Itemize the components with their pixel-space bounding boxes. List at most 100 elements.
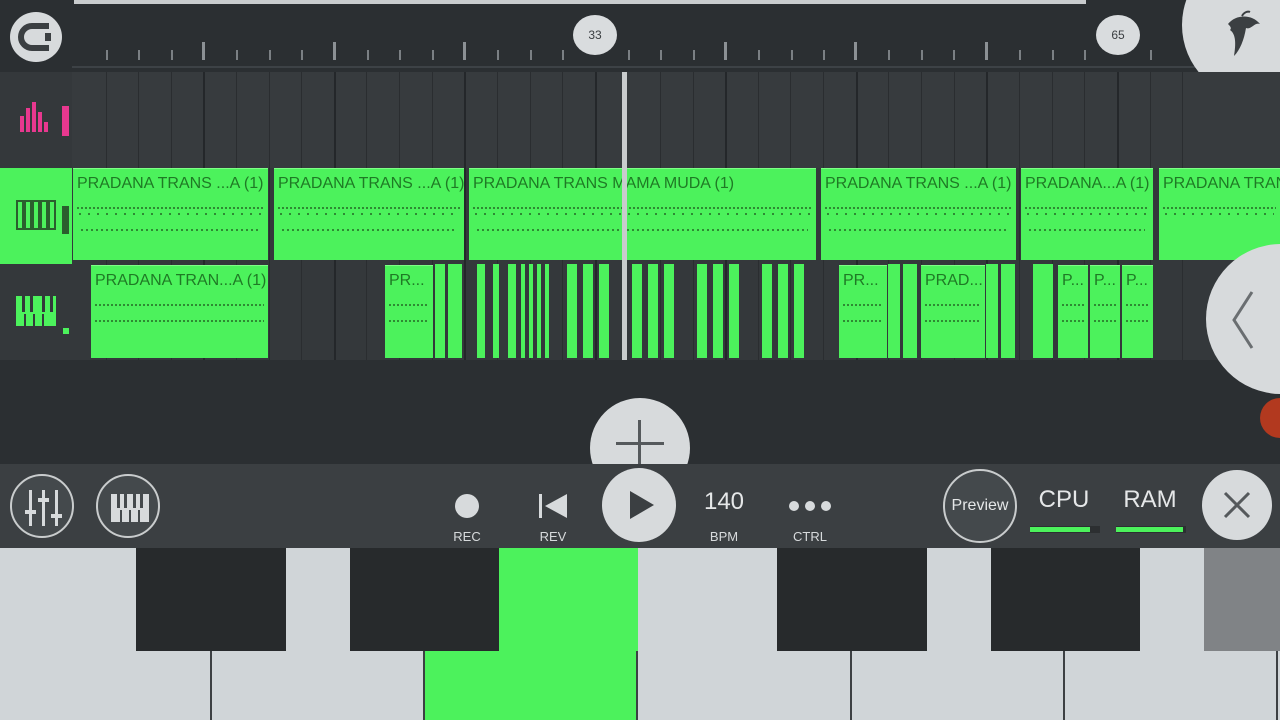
close-button[interactable] bbox=[1202, 470, 1272, 540]
black-key-4[interactable] bbox=[991, 548, 1140, 651]
fruit-logo-icon bbox=[1228, 10, 1260, 56]
tempo-control[interactable]: 140 BPM bbox=[694, 470, 754, 544]
clip-notes bbox=[475, 213, 810, 215]
pattern-clip[interactable]: PR... bbox=[839, 265, 887, 358]
pattern-clip-slice[interactable] bbox=[794, 264, 806, 358]
clip-label: P... bbox=[1126, 272, 1148, 289]
piano-keys-icon bbox=[111, 494, 149, 522]
record-button[interactable]: REC bbox=[437, 470, 497, 544]
pattern-clip-slice[interactable] bbox=[697, 264, 709, 358]
close-icon bbox=[1223, 491, 1251, 519]
magnet-icon bbox=[18, 23, 51, 51]
ruler-tick bbox=[1084, 50, 1086, 60]
clip-notes bbox=[278, 207, 460, 209]
track-header-mixer[interactable] bbox=[0, 72, 72, 168]
pattern-clip-slice[interactable] bbox=[435, 264, 447, 358]
pattern-clip-slice[interactable] bbox=[986, 264, 1000, 358]
pattern-clip[interactable]: PRADANA TRANS MAMA MUDA (1) bbox=[469, 168, 816, 260]
ruler-tick bbox=[921, 50, 923, 60]
ruler-bar-tick bbox=[724, 42, 727, 60]
chevron-left-icon bbox=[1232, 291, 1254, 349]
bar-marker-65[interactable]: 65 bbox=[1096, 15, 1140, 55]
controls-button[interactable]: CTRL bbox=[780, 470, 840, 544]
clip-label: PR... bbox=[843, 272, 879, 289]
piano-roll-button[interactable] bbox=[96, 474, 160, 538]
clip-label: PRADANA TRANS ...A (1) bbox=[77, 175, 264, 192]
clip-notes bbox=[477, 229, 808, 231]
pattern-clip-slice[interactable] bbox=[729, 264, 741, 358]
mixer-levels-icon bbox=[20, 102, 69, 136]
transport-bar: REC REV 140 BPM CTRL Preview CPU RAM bbox=[0, 464, 1280, 548]
pattern-clip[interactable]: PRADANA...A (1) bbox=[1021, 168, 1153, 260]
pattern-clip-slice[interactable] bbox=[493, 264, 501, 358]
pattern-clip[interactable]: P... bbox=[1122, 265, 1153, 358]
ram-meter-track bbox=[1116, 526, 1186, 533]
rewind-button[interactable]: REV bbox=[523, 470, 583, 544]
ruler-bar-tick bbox=[333, 42, 336, 60]
play-button[interactable] bbox=[602, 468, 676, 542]
ruler-tick bbox=[497, 50, 499, 60]
pattern-clip[interactable]: P... bbox=[1090, 265, 1120, 358]
clip-label: PRAD... bbox=[925, 272, 983, 289]
pattern-clip-slice[interactable] bbox=[888, 264, 902, 358]
mixer-button[interactable] bbox=[10, 474, 74, 538]
pattern-clip-slice[interactable] bbox=[508, 264, 518, 358]
ruler-tick bbox=[758, 50, 760, 60]
ruler-tick bbox=[106, 50, 108, 60]
grid-bar-line bbox=[464, 72, 466, 360]
timeline-ruler[interactable]: 33 65 bbox=[72, 0, 1280, 72]
pattern-clip[interactable]: PRAD... bbox=[921, 265, 985, 358]
bar-marker-33[interactable]: 33 bbox=[573, 15, 617, 55]
pattern-clip-slice[interactable] bbox=[632, 264, 644, 358]
track-header-piano-2[interactable] bbox=[0, 264, 72, 360]
black-key-2[interactable] bbox=[350, 548, 499, 651]
black-key-1[interactable] bbox=[136, 548, 286, 651]
pattern-clip[interactable]: PRADANA TRAN...A (1) bbox=[91, 265, 268, 358]
pattern-clip[interactable]: P... bbox=[1058, 265, 1088, 358]
pattern-clip-slice[interactable] bbox=[583, 264, 595, 358]
pattern-clip-slice[interactable] bbox=[903, 264, 919, 358]
clip-notes bbox=[843, 304, 883, 306]
pattern-clip-slice[interactable] bbox=[448, 264, 464, 358]
piano-keys-icon bbox=[16, 296, 69, 334]
pattern-clip-slice[interactable] bbox=[762, 264, 774, 358]
pattern-clip-slice[interactable] bbox=[477, 264, 487, 358]
pattern-clip[interactable]: PRADANA TRANS ...A (1) bbox=[73, 168, 268, 260]
pattern-clip-slice[interactable] bbox=[537, 264, 543, 358]
pattern-clip-slice[interactable] bbox=[599, 264, 611, 358]
ram-label: RAM bbox=[1123, 486, 1177, 513]
pattern-clip[interactable]: PRADANA TRANS ...A (1) bbox=[274, 168, 464, 260]
ruler-tick bbox=[171, 50, 173, 60]
black-key-2-upper[interactable] bbox=[499, 548, 638, 651]
playlist-lane-1[interactable] bbox=[72, 72, 1280, 168]
ruler-tick bbox=[628, 50, 630, 60]
pattern-clip-slice[interactable] bbox=[1001, 264, 1017, 358]
black-key-5[interactable] bbox=[1204, 548, 1280, 651]
clip-label: P... bbox=[1094, 272, 1116, 289]
black-key-3[interactable] bbox=[777, 548, 927, 651]
fl-studio-mobile-app: 33 65 PRADANA TRANS ...A (1) PRADANA TRA… bbox=[0, 0, 1280, 720]
clip-notes bbox=[843, 320, 883, 322]
snap-magnet-button[interactable] bbox=[10, 12, 62, 62]
ruler-tick bbox=[791, 50, 793, 60]
playhead[interactable] bbox=[622, 72, 627, 362]
preview-button[interactable]: Preview bbox=[943, 469, 1017, 543]
pattern-clip-slice[interactable] bbox=[567, 264, 579, 358]
track-header-piano-1[interactable] bbox=[0, 168, 72, 264]
pattern-clip-slice[interactable] bbox=[664, 264, 676, 358]
clip-notes bbox=[1025, 207, 1149, 209]
pattern-clip-slice[interactable] bbox=[648, 264, 660, 358]
pattern-clip[interactable]: PRADANA TRANS ...A (1) bbox=[821, 168, 1016, 260]
pattern-clip-slice[interactable] bbox=[713, 264, 725, 358]
ruler-tick bbox=[367, 50, 369, 60]
pattern-clip-slice[interactable] bbox=[545, 264, 551, 358]
song-position-bar[interactable] bbox=[74, 0, 1086, 4]
tempo-label: BPM bbox=[709, 529, 739, 544]
pattern-clip[interactable]: PR... bbox=[385, 265, 433, 358]
piano-keyboard bbox=[0, 548, 1280, 720]
pattern-clip-slice[interactable] bbox=[529, 264, 535, 358]
pattern-clip-slice[interactable] bbox=[521, 264, 527, 358]
pattern-clip-slice[interactable] bbox=[778, 264, 790, 358]
pattern-clip-slice[interactable] bbox=[1033, 264, 1055, 358]
ruler-baseline bbox=[72, 66, 1280, 68]
